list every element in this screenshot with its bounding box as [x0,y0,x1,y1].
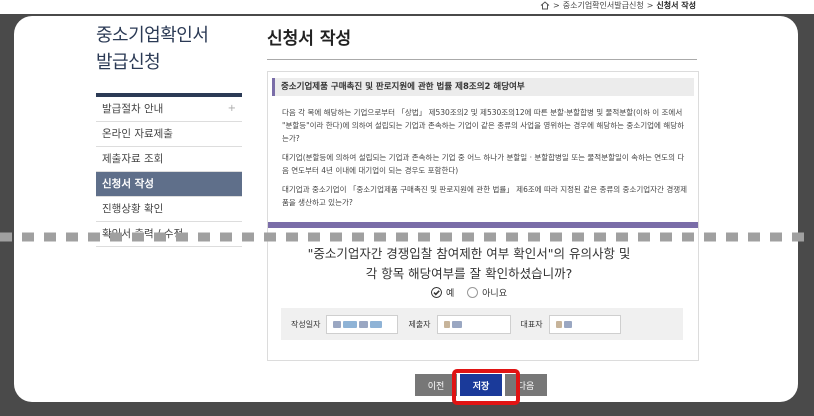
breadcrumb-parent[interactable]: 중소기업확인서발급신청 [563,0,644,11]
sidebar-item-label: 온라인 자료제출 [102,128,173,140]
sidebar-item-progress[interactable]: 진행상황 확인 [96,197,242,222]
ceo-label: 대표자 [520,319,543,329]
breadcrumb-separator: > [646,1,654,10]
sidebar-item-label: 신청서 작성 [102,178,154,190]
sidebar-item-procedure[interactable]: 발급절차 안내 + [96,97,242,122]
question-paragraph-2: 대기업(분할등에 의하여 설립되는 기업과 존속하는 기업 중 어느 하나가 분… [282,153,685,175]
title-divider [267,59,697,60]
confirm-line-1: "중소기업자간 경쟁입찰 참여제한 여부 확인서"의 유의사항 및 [307,246,631,261]
sidebar-item-submission-lookup[interactable]: 제출자료 조회 [96,147,242,172]
redacted-value [359,320,369,328]
radio-no-label: 아니요 [482,289,507,299]
sidebar-item-label: 발급절차 안내 [102,103,164,115]
sidebar-item-label: 확인서 출력 / 수정 [102,228,184,240]
sidebar: 중소기업확인서 발급신청 발급절차 안내 + 온라인 자료제출 제출자료 조회 … [96,16,242,247]
redacted-value [451,320,462,328]
confirm-radio-group: 예 아니요 [253,286,685,301]
radio-icon[interactable] [467,287,479,298]
checked-radio-icon[interactable] [431,287,442,298]
top-bar: > 중소기업확인서발급신청 > 신청서 작성 [0,0,814,14]
sidebar-item-label: 진행상황 확인 [102,203,164,215]
submitter-label: 제출자 [408,319,431,329]
date-label: 작성일자 [291,319,321,329]
sidebar-item-online-submit[interactable]: 온라인 자료제출 [96,122,242,147]
question-paragraph-3: 대기업과 중소기업이 「중소기업제품 구매촉진 및 판로지원에 관한 법률」 제… [282,185,688,207]
main-content: 신청서 작성 중소기업제품 구매촉진 및 판로지원에 관한 법률 제8조의2 해… [267,16,699,361]
signature-row: 작성일자 제출자 대표자 [281,308,683,340]
question-paragraph-1: 다음 각 목에 해당하는 기업으로부터 「상법」 제530조의2 및 제530조… [282,108,684,143]
content-card: 중소기업확인서 발급신청 발급절차 안내 + 온라인 자료제출 제출자료 조회 … [14,16,798,402]
section-header: 중소기업제품 구매촉진 및 판로지원에 관한 법률 제8조의2 해당여부 [272,78,694,96]
redacted-value [555,320,562,328]
submitter-field[interactable] [436,314,511,334]
breadcrumb-separator: > [553,1,560,10]
redacted-value [333,320,342,328]
home-icon[interactable] [540,1,550,10]
plus-icon[interactable]: + [228,97,236,121]
sidebar-title-line2: 발급신청 [96,52,161,73]
radio-yes[interactable]: 예 [431,286,454,299]
radio-no[interactable]: 아니요 [467,286,507,299]
date-field[interactable] [326,314,399,334]
section-band [268,222,698,228]
breadcrumb-current: 신청서 작성 [656,1,696,10]
sidebar-title-line1: 중소기업확인서 [96,25,209,46]
redacted-value [563,320,572,328]
sidebar-item-print-edit[interactable]: 확인서 출력 / 수정 [96,222,242,247]
sidebar-item-label: 제출자료 조회 [102,153,164,165]
page-title: 신청서 작성 [267,29,352,49]
redacted-value [443,320,450,328]
sidebar-item-application-form[interactable]: 신청서 작성 [96,172,242,197]
save-highlight-box [452,369,520,405]
previous-button[interactable]: 이전 [415,374,457,396]
confirm-message: "중소기업자간 경쟁입찰 참여제한 여부 확인서"의 유의사항 및 각 항목 해… [253,244,685,284]
redacted-value [343,320,358,328]
confirm-line-2: 각 항목 해당여부를 잘 확인하셨습니까? [365,266,573,281]
breadcrumb: > 중소기업확인서발급신청 > 신청서 작성 [540,0,696,11]
radio-yes-label: 예 [446,289,455,299]
sidebar-title: 중소기업확인서 발급신청 [96,22,242,76]
redacted-value [370,320,383,328]
ceo-field[interactable] [548,314,621,334]
